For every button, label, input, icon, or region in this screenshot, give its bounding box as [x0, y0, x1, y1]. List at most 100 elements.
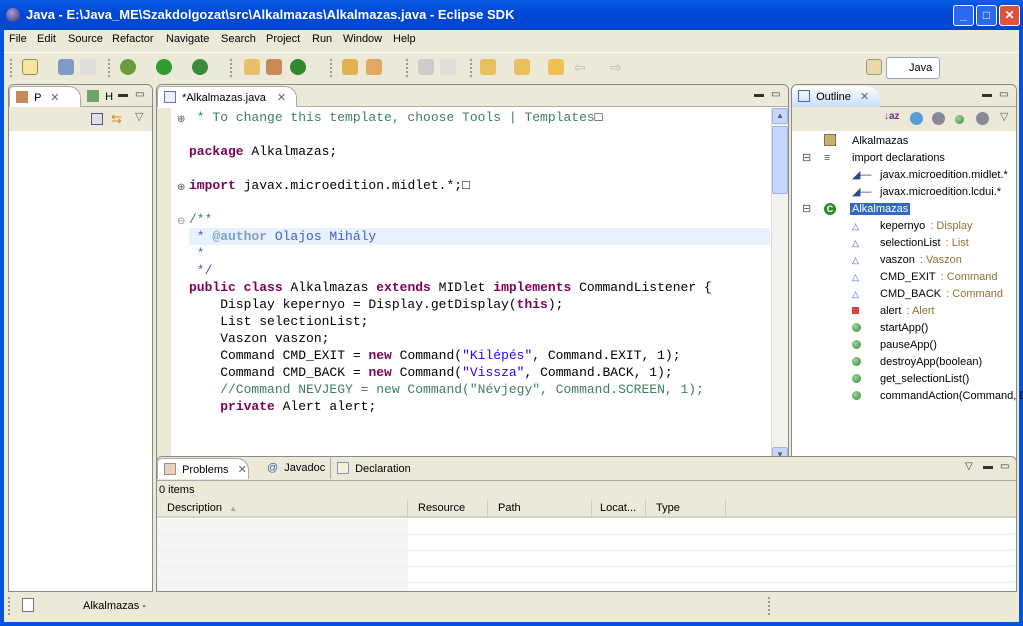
perspective-java-button[interactable]: Java	[886, 57, 940, 79]
outline-item[interactable]: destroyApp(boolean)	[852, 354, 984, 371]
tab-javadoc[interactable]: @ Javadoc	[261, 458, 331, 479]
outline-item[interactable]: △ CMD_BACK : Command	[852, 286, 1003, 303]
last-edit-location-icon[interactable]	[548, 59, 564, 75]
external-tools-icon[interactable]	[192, 59, 208, 75]
minimize-icon[interactable]: ▬	[982, 89, 992, 100]
code-text-area[interactable]: * To change this template, choose Tools …	[189, 109, 770, 463]
print-icon[interactable]	[80, 59, 96, 75]
outline-item[interactable]: commandAction(Command, Di	[852, 388, 1023, 405]
new-class-icon[interactable]	[290, 59, 306, 75]
code-token: "Vissza"	[462, 365, 525, 380]
hide-local-types-icon[interactable]	[976, 112, 989, 125]
menu-search[interactable]: Search	[221, 33, 256, 45]
new-icon[interactable]	[22, 59, 38, 75]
previous-annotation-icon[interactable]	[514, 59, 530, 75]
mark-occurrences-icon[interactable]	[440, 59, 456, 75]
close-icon[interactable]: ✕	[277, 92, 286, 104]
outline-item-label: CMD_EXIT	[880, 271, 936, 283]
menu-help[interactable]: Help	[393, 33, 416, 45]
close-icon[interactable]: ✕	[50, 92, 59, 104]
view-menu-icon[interactable]: ▽	[965, 461, 973, 472]
menu-refactor[interactable]: Refactor	[112, 33, 154, 45]
maximize-icon[interactable]: ▭	[999, 89, 1008, 100]
open-perspective-icon[interactable]	[866, 59, 882, 75]
minimize-icon[interactable]: ▬	[983, 461, 993, 472]
tab-alkalmazas-java[interactable]: *Alkalmazas.java ✕	[157, 86, 297, 107]
hide-non-public-icon[interactable]	[955, 114, 964, 126]
run-icon[interactable]	[156, 59, 172, 75]
expand-fold-icon[interactable]: ⊕	[177, 114, 185, 125]
toolbar-separator	[230, 59, 232, 77]
column-resource[interactable]: Resource	[408, 499, 488, 517]
tab-package-explorer[interactable]: P ✕	[9, 86, 81, 107]
collapse-fold-icon[interactable]: ⊖	[177, 216, 185, 227]
view-menu-icon[interactable]: ▽	[135, 110, 143, 123]
hide-static-icon[interactable]	[932, 112, 945, 125]
outline-item[interactable]: ◢— javax.microedition.midlet.*	[852, 167, 1010, 184]
view-menu-icon[interactable]: ▽	[1000, 110, 1008, 123]
collapse-icon[interactable]: ⊟	[802, 201, 811, 218]
forward-icon[interactable]: ⇨	[610, 59, 626, 75]
maximize-icon[interactable]: ▭	[1000, 461, 1009, 472]
close-button[interactable]: ✕	[999, 5, 1020, 26]
scroll-thumb[interactable]	[772, 126, 788, 194]
column-description[interactable]: Description ▲	[157, 499, 408, 517]
vertical-scrollbar[interactable]: ▲ ▼	[771, 108, 788, 463]
new-package-icon[interactable]	[266, 59, 282, 75]
collapse-icon[interactable]: ⊟	[802, 150, 811, 167]
column-path[interactable]: Path	[488, 499, 592, 517]
minimize-button[interactable]: _	[953, 5, 974, 26]
menu-source[interactable]: Source	[68, 33, 103, 45]
back-icon[interactable]: ⇦	[574, 59, 590, 75]
search-icon[interactable]	[366, 59, 382, 75]
next-annotation-icon[interactable]	[480, 59, 496, 75]
minimize-icon[interactable]: ▬	[754, 89, 764, 100]
code-line: Display kepernyo = Display.getDisplay(th…	[189, 296, 770, 313]
open-type-icon[interactable]	[342, 59, 358, 75]
menu-file[interactable]: File	[9, 33, 27, 45]
outline-item[interactable]: startApp()	[852, 320, 930, 337]
outline-item[interactable]: alert : Alert	[852, 303, 935, 320]
problems-icon	[164, 463, 176, 475]
menu-navigate[interactable]: Navigate	[166, 33, 209, 45]
column-location[interactable]: Locat...	[592, 499, 646, 517]
outline-item[interactable]: ⊟ ≡ import declarations	[802, 150, 947, 167]
outline-item[interactable]: pauseApp()	[852, 337, 939, 354]
maximize-button[interactable]: □	[976, 5, 997, 26]
maximize-icon[interactable]: ▭	[135, 89, 144, 100]
tab-declaration[interactable]: Declaration	[330, 458, 417, 479]
save-icon[interactable]	[58, 59, 74, 75]
code-token: □	[594, 110, 603, 125]
outline-item[interactable]: △ kepernyo : Display	[852, 218, 973, 235]
outline-item[interactable]: ◢— javax.microedition.lcdui.*	[852, 184, 1003, 201]
tab-outline[interactable]: Outline ✕	[792, 86, 880, 107]
close-icon[interactable]: ✕	[860, 91, 869, 103]
minimize-icon[interactable]: ▬	[118, 89, 128, 100]
collapse-all-icon[interactable]	[91, 113, 103, 125]
tab-problems[interactable]: Problems ✕	[157, 458, 249, 479]
outline-item[interactable]: Alkalmazas	[824, 133, 910, 150]
column-type[interactable]: Type	[646, 499, 726, 517]
outline-item[interactable]: △ vaszon : Vaszon	[852, 252, 962, 269]
tab-hierarchy[interactable]: H	[81, 86, 119, 107]
toggle-breadcrumb-icon[interactable]	[418, 59, 434, 75]
menu-run[interactable]: Run	[312, 33, 332, 45]
link-with-editor-icon[interactable]: ⇆	[111, 111, 122, 127]
outline-item[interactable]: ⊟ C Alkalmazas	[802, 201, 911, 218]
hide-fields-icon[interactable]	[910, 112, 923, 125]
new-java-project-icon[interactable]	[244, 59, 260, 75]
outline-item[interactable]: get_selectionList()	[852, 371, 971, 388]
fast-view-icon[interactable]	[22, 598, 34, 612]
sort-icon[interactable]: ↓az	[884, 111, 900, 122]
maximize-icon[interactable]: ▭	[771, 89, 780, 100]
code-token: Command(	[391, 348, 463, 363]
debug-icon[interactable]	[120, 59, 136, 75]
menu-project[interactable]: Project	[266, 33, 300, 45]
outline-item[interactable]: △ selectionList : List	[852, 235, 969, 252]
outline-item[interactable]: △ CMD_EXIT : Command	[852, 269, 998, 286]
scroll-up-icon[interactable]: ▲	[772, 108, 788, 124]
expand-fold-icon[interactable]: ⊕	[177, 182, 185, 193]
menu-window[interactable]: Window	[343, 33, 382, 45]
close-icon[interactable]: ✕	[238, 464, 247, 476]
menu-edit[interactable]: Edit	[37, 33, 56, 45]
